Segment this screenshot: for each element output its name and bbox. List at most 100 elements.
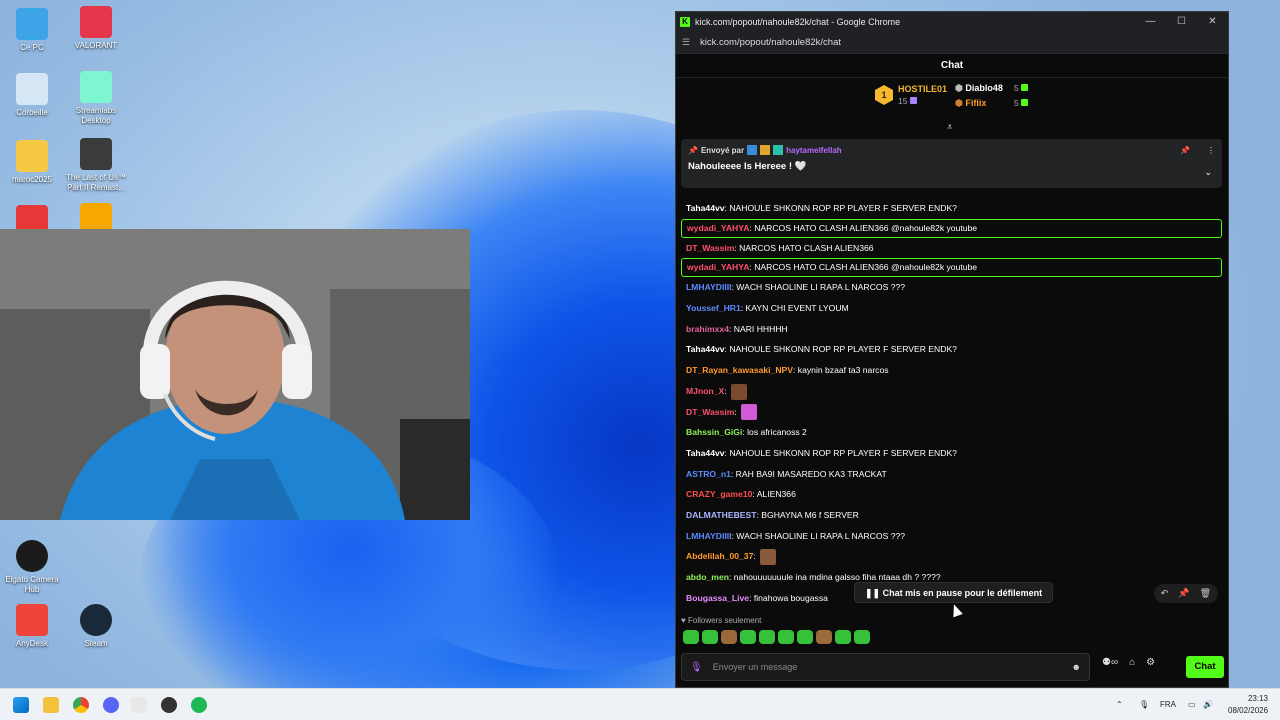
chat-username[interactable]: Youssef_HR1	[686, 303, 741, 313]
chat-username[interactable]: LMHAYDIIII	[686, 531, 732, 541]
gear-icon[interactable]: ⚙	[1146, 657, 1155, 668]
emote-10-icon[interactable]	[854, 630, 870, 644]
chat-username[interactable]: LMHAYDIIII	[686, 282, 732, 292]
network-icon[interactable]: ▭	[1188, 689, 1196, 720]
site-info-icon[interactable]: ☰	[682, 37, 694, 48]
leader-name-2[interactable]: Diablo48	[965, 83, 1003, 93]
emoji-icon[interactable]: ☻	[1072, 662, 1081, 672]
webcam-overlay	[0, 229, 470, 520]
chat-message-text: : NARCOS HATO CLASH ALIEN366	[734, 242, 874, 253]
chat-username[interactable]: Taha44vv	[686, 448, 725, 458]
spotify-icon[interactable]	[191, 697, 207, 713]
leader-name-3[interactable]: Fifiix	[965, 98, 986, 108]
pin-icon: 📌	[688, 145, 698, 155]
chat-input[interactable]: 🎙 Envoyer un message ☻	[681, 653, 1090, 681]
chat-mod-tools: ↶ 📌 🗑	[1153, 584, 1218, 603]
maximize-button[interactable]: ☐	[1166, 16, 1197, 27]
chat-username[interactable]: CRAZY_game10	[686, 489, 752, 499]
emote-3-icon[interactable]	[721, 630, 737, 644]
chat-username[interactable]: DT_Wassim	[686, 407, 734, 417]
tray-chevron-icon[interactable]: ⌃	[1116, 689, 1123, 720]
desktop-icon-corbeille[interactable]: Corbeille	[0, 73, 67, 118]
heart-icon: ♥	[681, 616, 686, 625]
chat-username[interactable]: DT_Rayan_kawasaki_NPV	[686, 365, 793, 375]
chat-username[interactable]: Abdelilah_00_37	[686, 551, 753, 561]
chat-message: wydadi_YAHYA: NARCOS HATO CLASH ALIEN366…	[681, 258, 1222, 278]
gift-icon	[1021, 84, 1029, 91]
pinned-user[interactable]: haytamelfellah	[786, 146, 842, 155]
emote-1-icon[interactable]	[683, 630, 699, 644]
close-button[interactable]: ✕	[1197, 16, 1228, 27]
badge-icon	[747, 145, 758, 155]
desktop-icon-anydesk[interactable]: AnyDesk	[0, 604, 67, 649]
leader-name-1[interactable]: HOSTILE01	[898, 84, 947, 94]
chrome-icon[interactable]	[73, 697, 89, 713]
minimize-button[interactable]: —	[1135, 16, 1166, 27]
chat-message: Abdelilah_00_37:	[676, 546, 1228, 567]
discord-icon[interactable]	[103, 697, 119, 713]
emote-6-icon[interactable]	[778, 630, 794, 644]
chevron-down-icon[interactable]: ⌄	[1204, 167, 1212, 178]
chat-username[interactable]: Bahssin_GiGi	[686, 427, 742, 437]
windows-start-icon[interactable]	[13, 697, 29, 713]
paused-indicator[interactable]: ❚❚ Chat mis en pause pour le défilement	[854, 582, 1054, 603]
chat-message: DALMATHEBEST: BGHAYNA M6 f SERVER	[676, 505, 1228, 526]
kick-logo-icon: K	[680, 16, 690, 27]
obs-icon[interactable]	[161, 697, 177, 713]
desktop-icon-ce-pc[interactable]: Ce PC	[0, 8, 67, 53]
more-options-icon[interactable]: ⋮	[1207, 146, 1215, 155]
emote-9-icon[interactable]	[835, 630, 851, 644]
collapse-leaderboard-icon[interactable]: ⩡	[947, 122, 953, 133]
file-explorer-icon[interactable]	[43, 697, 59, 713]
unpin-icon[interactable]: 📌	[1180, 146, 1190, 155]
chat-username[interactable]: Taha44vv	[686, 344, 725, 354]
chat-username[interactable]: MJnon_X	[686, 386, 724, 396]
chat-username[interactable]: wydadi_YAHYA	[687, 262, 749, 272]
desktop-icon-tlou[interactable]: The Last of Us™ Part II Remast...	[61, 138, 131, 193]
microphone-tray-icon[interactable]: 🎙	[1139, 689, 1149, 720]
emote-5-icon[interactable]	[759, 630, 775, 644]
clock[interactable]: 23:13 08/02/2026	[1228, 693, 1268, 717]
desktop-icon-maroc2025[interactable]: maroc2025	[0, 140, 67, 185]
gift-sub-icon[interactable]: ⚉∞	[1102, 657, 1118, 668]
chat-message: LMHAYDIIII: WACH SHAOLINE LI RAPA L NARC…	[676, 277, 1228, 298]
chat-username[interactable]: DALMATHEBEST	[686, 510, 757, 520]
chat-message-text: : RAH BA9I MASAREDO KA3 TRACKAT	[730, 468, 887, 479]
desktop-icon-streamlabs[interactable]: Streamlabs Desktop	[61, 71, 131, 126]
chat-username[interactable]: Taha44vv	[686, 203, 725, 213]
send-chat-button[interactable]: Chat	[1186, 656, 1224, 678]
pin-icon[interactable]: 📌	[1178, 588, 1189, 599]
store-icon[interactable]: ⌂	[1129, 657, 1135, 668]
chat-username[interactable]: abdo_men	[686, 572, 729, 582]
language-indicator[interactable]: FRA	[1160, 689, 1176, 720]
chat-username[interactable]: ASTRO_n1	[686, 469, 731, 479]
gift-leaderboard: 1 HOSTILE01 15 ⬢ Diablo48 5 ⬢ Fifiix 5	[676, 78, 1228, 118]
chat-username[interactable]: wydadi_YAHYA	[687, 223, 749, 233]
desktop-icon-elgato[interactable]: Elgato Camera Hub	[0, 540, 67, 595]
emote-7-icon[interactable]	[797, 630, 813, 644]
chat-message: Taha44vv: NAHOULE SHKONN ROP RP PLAYER F…	[676, 198, 1228, 219]
chat-message-text: : NAHOULE SHKONN ROP RP PLAYER F SERVER …	[724, 203, 957, 213]
chat-message: Bahssin_GiGi: los africanoss 2	[676, 422, 1228, 443]
mic-icon[interactable]: 🎙	[690, 662, 703, 673]
capcut-icon[interactable]	[131, 697, 147, 713]
emote-2-icon[interactable]	[702, 630, 718, 644]
volume-icon[interactable]: 🔊	[1203, 689, 1213, 720]
desktop-icon-valorant[interactable]: VALORANT	[61, 6, 131, 51]
undo-icon[interactable]: ↶	[1161, 588, 1169, 599]
anydesk-icon	[16, 604, 48, 636]
emote-4-icon[interactable]	[740, 630, 756, 644]
monitor-icon	[16, 8, 48, 40]
chat-username[interactable]: brahimxx4	[686, 324, 729, 334]
desktop-icon-steam[interactable]: Steam	[61, 604, 131, 649]
badge-icon	[760, 145, 771, 155]
emote-8-icon[interactable]	[816, 630, 832, 644]
trash-icon[interactable]: 🗑	[1200, 588, 1211, 599]
address-bar[interactable]: ☰ kick.com/popout/nahoule82k/chat	[676, 31, 1228, 54]
clock-date: 08/02/2026	[1228, 706, 1269, 715]
chat-username[interactable]: DT_Wassim	[686, 243, 734, 253]
chat-message-text: : NAHOULE SHKONN ROP RP PLAYER F SERVER …	[724, 344, 957, 355]
chat-message-text: : NARCOS HATO CLASH ALIEN366 @nahoule82k…	[749, 262, 978, 273]
chat-message: MJnon_X:	[676, 381, 1228, 402]
chat-message: wydadi_YAHYA: NARCOS HATO CLASH ALIEN366…	[681, 218, 1222, 238]
